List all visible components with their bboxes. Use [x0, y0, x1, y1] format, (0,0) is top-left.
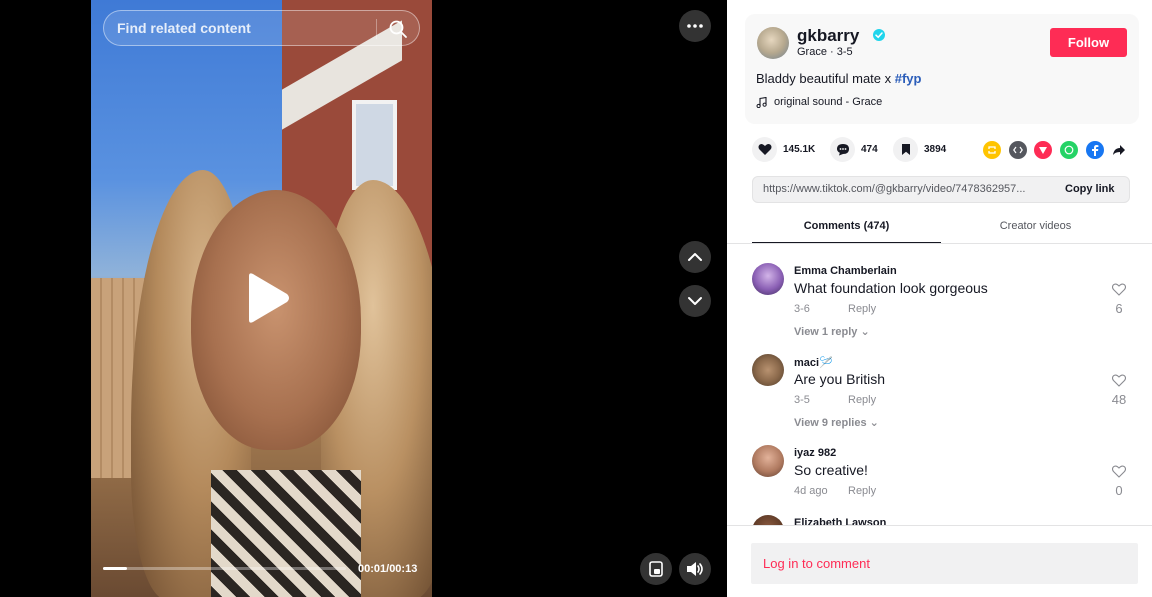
share-arrow-icon[interactable] [1110, 141, 1128, 159]
whatsapp-icon[interactable] [1060, 141, 1078, 159]
author-meta: Grace · 3-5 [797, 46, 853, 58]
volume-button[interactable] [679, 553, 711, 585]
hashtag-link[interactable]: #fyp [895, 71, 922, 86]
comment-date: 3-6 [794, 303, 810, 315]
commenter-avatar[interactable] [752, 445, 784, 477]
bookmark-icon [893, 137, 918, 162]
commenter-name[interactable]: iyaz 982 [794, 447, 836, 459]
tab-comments[interactable]: Comments (474) [752, 213, 941, 243]
chevron-up-icon [688, 253, 702, 261]
author-avatar[interactable] [757, 27, 789, 59]
comment-bar-divider [727, 525, 1152, 526]
comment-like-count: 48 [1111, 392, 1127, 407]
reply-button[interactable]: Reply [848, 303, 876, 315]
next-video-button[interactable] [679, 285, 711, 317]
comment-like[interactable]: 48 [1107, 374, 1131, 407]
view-replies-label: View 1 reply [794, 326, 858, 338]
ellipsis-icon [687, 24, 703, 28]
video-progress-bar[interactable] [103, 567, 346, 570]
commenter-avatar[interactable] [752, 515, 784, 525]
like-count: 145.1K [783, 144, 816, 155]
play-icon[interactable] [243, 272, 291, 324]
comment-date: 4d ago [794, 485, 828, 497]
comment-text: What foundation look gorgeous [794, 280, 988, 296]
comments-list[interactable]: Emma Chamberlain What foundation look go… [727, 244, 1152, 525]
heart-outline-icon [1111, 465, 1127, 478]
search-placeholder: Find related content [117, 20, 251, 36]
more-options-button[interactable] [679, 10, 711, 42]
view-replies-button[interactable]: View 1 reply ⌄ [794, 325, 870, 338]
side-panel: gkbarry Grace · 3-5 Follow Bladdy beauti… [727, 0, 1152, 597]
search-icon[interactable] [388, 19, 408, 39]
chevron-down-icon: ⌄ [869, 417, 879, 429]
search-bar[interactable]: Find related content [103, 10, 420, 46]
send-icon[interactable] [1034, 141, 1052, 159]
search-divider [376, 19, 377, 39]
video-panel: Find related content 00:01/00:13 [0, 0, 727, 597]
chevron-down-icon [688, 297, 702, 305]
comment-date: 3-5 [794, 394, 810, 406]
author-username[interactable]: gkbarry [797, 26, 859, 46]
commenter-avatar[interactable] [752, 263, 784, 295]
follow-button[interactable]: Follow [1050, 28, 1127, 57]
comment-like[interactable]: 6 [1107, 283, 1131, 316]
commenter-name[interactable]: maci🪡 [794, 356, 833, 369]
chevron-down-icon: ⌄ [860, 326, 870, 338]
comment-like[interactable]: 0 [1107, 465, 1131, 498]
music-note-icon [756, 96, 767, 108]
like-action[interactable]: 145.1K [752, 137, 815, 162]
video-time: 00:01/00:13 [358, 563, 418, 575]
commenter-name[interactable]: Emma Chamberlain [794, 265, 897, 277]
music-row[interactable]: original sound - Grace [756, 96, 882, 108]
comment-item: maci🪡 Are you British 3-5 Reply View 9 r… [752, 354, 1127, 434]
music-title: original sound - Grace [774, 96, 883, 108]
speaker-icon [687, 562, 703, 576]
verified-badge-icon [873, 29, 885, 41]
comment-bubble-icon [830, 137, 855, 162]
video-progress-fill [103, 567, 128, 570]
comment-action[interactable]: 474 [830, 137, 878, 162]
post-caption: Bladdy beautiful mate x #fyp [756, 71, 921, 86]
share-link-url[interactable]: https://www.tiktok.com/@gkbarry/video/74… [763, 183, 1053, 195]
comment-text: So creative! [794, 462, 868, 478]
comment-text: Are you British [794, 371, 886, 387]
comment-count: 474 [861, 144, 878, 155]
view-replies-button[interactable]: View 9 replies ⌄ [794, 416, 879, 429]
save-count: 3894 [924, 144, 947, 155]
embed-icon[interactable] [1009, 141, 1027, 159]
reply-button[interactable]: Reply [848, 394, 876, 406]
panel-tabs: Comments (474) Creator videos [752, 213, 1130, 243]
previous-video-button[interactable] [679, 241, 711, 273]
background-window [352, 100, 397, 190]
save-action[interactable]: 3894 [893, 137, 946, 162]
login-to-comment-button[interactable]: Log in to comment [751, 543, 1138, 584]
tab-creator-videos[interactable]: Creator videos [941, 213, 1130, 243]
commenter-name[interactable]: Elizabeth Lawson [794, 517, 886, 525]
share-link-box: https://www.tiktok.com/@gkbarry/video/74… [752, 176, 1130, 203]
reply-button[interactable]: Reply [848, 485, 876, 497]
comment-like-count: 0 [1115, 483, 1123, 498]
picture-in-picture-button[interactable] [640, 553, 672, 585]
commenter-avatar[interactable] [752, 354, 784, 386]
view-replies-label: View 9 replies [794, 417, 867, 429]
comment-like-count: 6 [1115, 301, 1123, 316]
copy-link-button[interactable]: Copy link [1065, 183, 1115, 195]
floating-player-icon [649, 561, 663, 577]
facebook-icon[interactable] [1086, 141, 1104, 159]
heart-outline-icon [1111, 283, 1127, 296]
heart-icon [752, 137, 777, 162]
comment-item: iyaz 982 So creative! 4d ago Reply 0 [752, 445, 1127, 525]
heart-outline-icon [1111, 374, 1127, 387]
author-card: gkbarry Grace · 3-5 Follow Bladdy beauti… [745, 14, 1139, 124]
comment-item: Emma Chamberlain What foundation look go… [752, 263, 1127, 343]
repost-icon[interactable] [983, 141, 1001, 159]
comment-item: Elizabeth Lawson [752, 515, 1127, 525]
actions-row: 145.1K 474 3894 [752, 137, 1137, 163]
person-jacket [211, 470, 361, 597]
caption-text: Bladdy beautiful mate x [756, 71, 895, 86]
